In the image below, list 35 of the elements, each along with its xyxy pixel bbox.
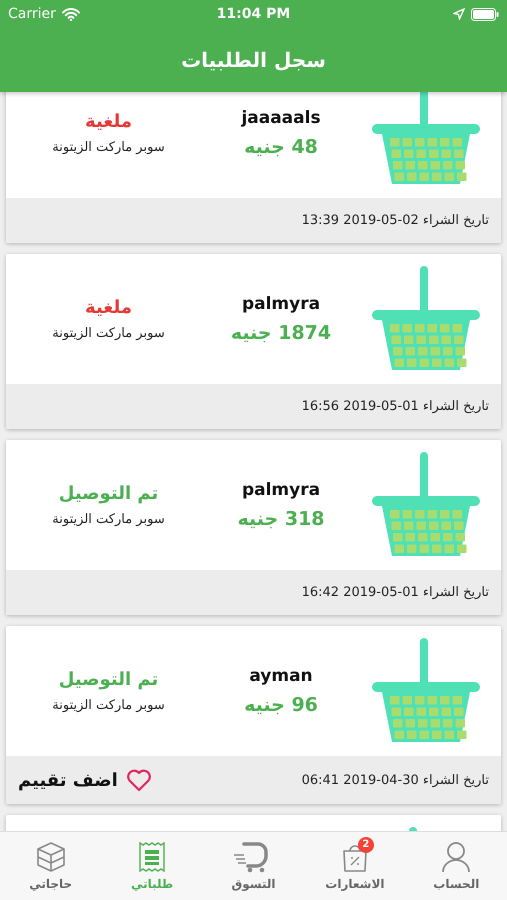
order-price: 48 جنيه	[244, 136, 318, 158]
carrier-name: Carrier	[8, 6, 56, 22]
order-price: 96 جنيه	[244, 694, 318, 716]
order-status: تم التوصيل	[58, 483, 158, 504]
order-status: تم التوصيل	[58, 669, 158, 690]
battery-icon	[470, 8, 499, 20]
clock-time: 11:04 PM	[216, 6, 290, 22]
tab-item[interactable]: التسوق	[202, 832, 304, 900]
person-icon	[441, 841, 472, 873]
location-arrow-icon	[452, 8, 465, 20]
order-price: 318 جنيه	[238, 508, 325, 530]
heart-icon	[126, 768, 152, 792]
notification-badge: 2	[358, 837, 374, 853]
purchase-date: تاريخ الشراء 01-05-2019 16:42	[302, 585, 489, 600]
add-rating-button[interactable]: اضف تقييم	[18, 768, 152, 792]
store-name: سوبر ماركت الزيتونة	[52, 512, 165, 527]
customer-name: ayman	[249, 666, 313, 686]
order-status: ملغية	[85, 111, 132, 132]
customer-name: palmyra	[242, 294, 320, 314]
customer-name: jaaaaals	[241, 108, 321, 128]
purchase-date: تاريخ الشراء 02-05-2019 13:39	[302, 213, 489, 228]
customer-name: palmyra	[242, 480, 320, 500]
order-price: 1874 جنيه	[230, 322, 332, 344]
tab-item[interactable]: حاجاتي	[0, 832, 102, 900]
screen-title: سجل الطلبيات	[181, 48, 326, 72]
purchase-date: تاريخ الشراء 30-04-2019 06:41	[302, 772, 489, 788]
tab-item[interactable]: الحساب	[406, 832, 507, 900]
wifi-icon	[62, 8, 80, 20]
receipt-icon	[139, 841, 166, 873]
store-name: سوبر ماركت الزيتونة	[52, 326, 165, 341]
order-status: ملغية	[85, 297, 132, 318]
purchase-date: تاريخ الشراء 01-05-2019 16:56	[302, 399, 489, 414]
box-icon	[34, 841, 67, 873]
store-name: سوبر ماركت الزيتونة	[52, 698, 165, 713]
store-name: سوبر ماركت الزيتونة	[52, 140, 165, 155]
